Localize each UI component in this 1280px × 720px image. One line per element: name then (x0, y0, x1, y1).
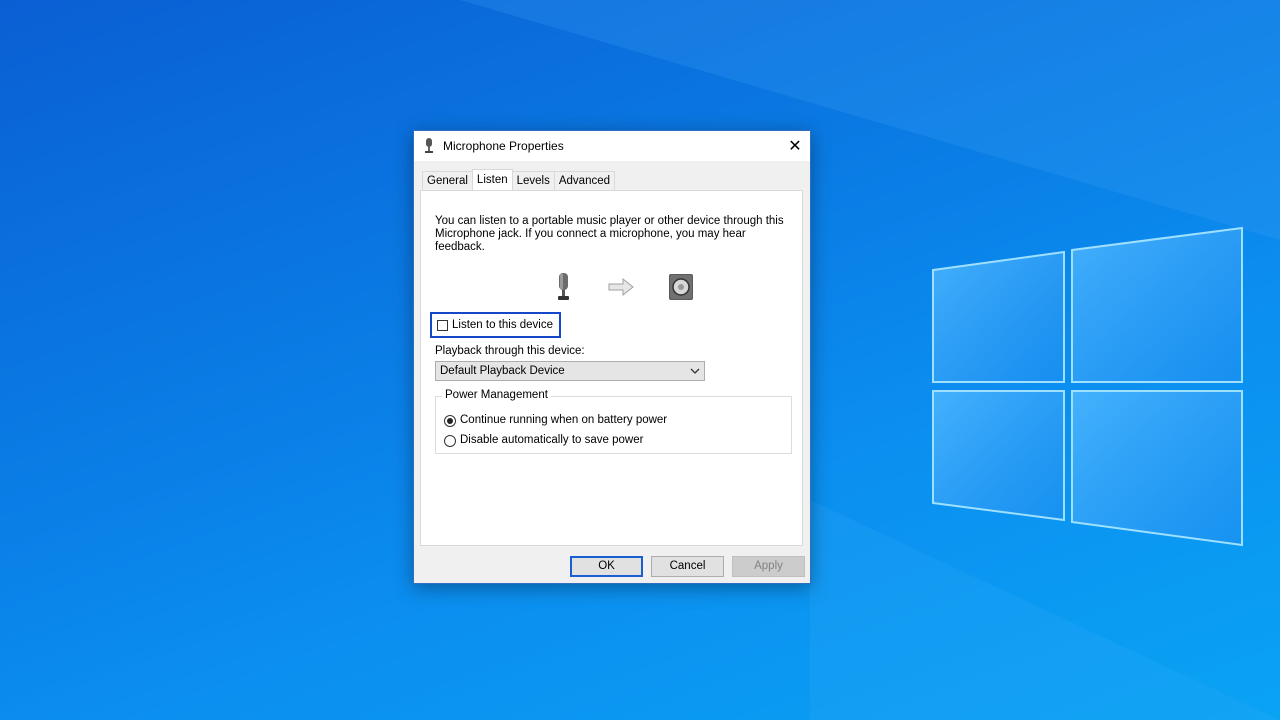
listen-flow-illustration (558, 273, 693, 300)
tab-general[interactable]: General (422, 171, 473, 190)
listen-to-device-checkbox[interactable] (437, 320, 448, 331)
radio-continue-running-button[interactable] (444, 415, 456, 427)
playback-device-dropdown[interactable]: Default Playback Device (435, 361, 705, 381)
tab-strip: General Listen Levels Advanced (422, 169, 616, 190)
listen-to-device-label[interactable]: Listen to this device (452, 319, 553, 331)
power-management-group: Power Management Continue running when o… (435, 389, 792, 454)
tab-levels[interactable]: Levels (511, 171, 555, 190)
listen-checkbox-focus[interactable]: Listen to this device (430, 312, 561, 338)
playback-device-label: Playback through this device: (435, 345, 585, 357)
power-management-title: Power Management (442, 389, 551, 401)
microphone-icon (425, 138, 433, 153)
arrow-right-icon (608, 277, 634, 297)
cancel-button[interactable]: Cancel (651, 556, 724, 577)
dialog-title: Microphone Properties (443, 139, 564, 153)
close-button[interactable]: ✕ (780, 131, 810, 161)
listen-description: You can listen to a portable music playe… (435, 215, 784, 253)
radio-continue-running-label[interactable]: Continue running when on battery power (460, 414, 667, 426)
chevron-down-icon (690, 368, 700, 374)
tab-advanced[interactable]: Advanced (553, 171, 616, 190)
speaker-icon (669, 274, 693, 300)
ok-button[interactable]: OK (570, 556, 643, 577)
microphone-properties-dialog: Microphone Properties ✕ General Listen L… (413, 130, 811, 584)
radio-disable-automatically-button[interactable] (444, 435, 456, 447)
radio-disable-automatically-label[interactable]: Disable automatically to save power (460, 434, 643, 446)
apply-button[interactable]: Apply (732, 556, 805, 577)
title-bar[interactable]: Microphone Properties ✕ (414, 131, 810, 161)
microphone-icon (558, 273, 569, 300)
listen-tab-panel: You can listen to a portable music playe… (420, 190, 803, 546)
tab-listen[interactable]: Listen (471, 169, 513, 190)
playback-device-value: Default Playback Device (440, 365, 565, 377)
